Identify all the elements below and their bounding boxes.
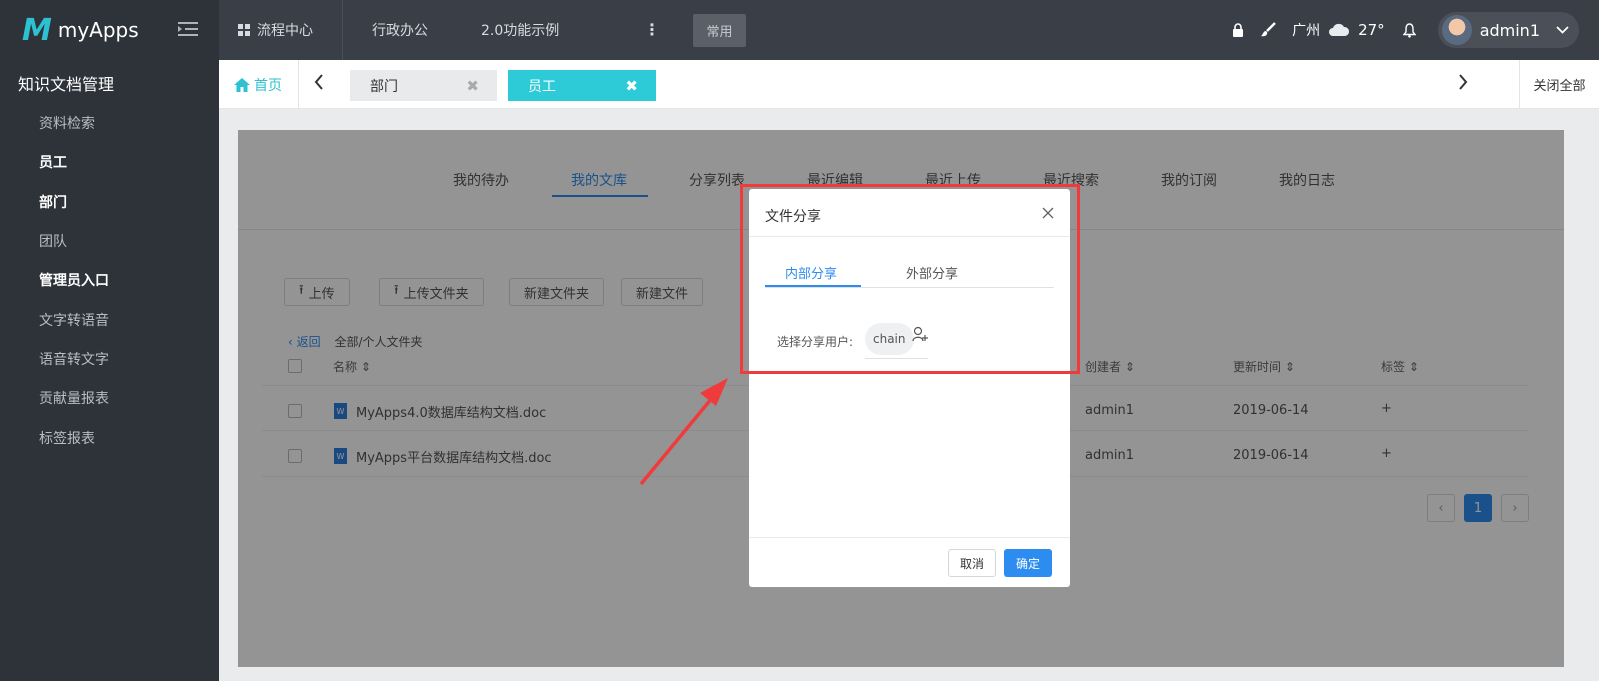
sidebar-item-employee[interactable]: 员工: [39, 152, 67, 172]
tab-home-label: 首页: [254, 77, 282, 94]
nav-item-label: 流程中心: [257, 23, 313, 39]
bell-icon[interactable]: [1402, 22, 1416, 38]
logo-mark: M: [22, 12, 52, 48]
lock-icon[interactable]: [1232, 23, 1244, 37]
sidebar-item-team[interactable]: 团队: [39, 231, 67, 251]
sidebar-item-admin-entry[interactable]: 管理员入口: [39, 270, 109, 290]
sidebar-item-search[interactable]: 资料检索: [39, 113, 95, 133]
sidebar-item-department[interactable]: 部门: [39, 192, 67, 212]
tab-department[interactable]: 部门 ✖: [350, 70, 497, 101]
user-name: admin1: [1479, 20, 1540, 40]
close-all-button[interactable]: 关闭全部: [1519, 60, 1599, 109]
sidebar-item-text-to-speech[interactable]: 文字转语音: [39, 310, 109, 330]
nav-item-label: 行政办公: [372, 23, 428, 39]
close-icon[interactable]: ✖: [466, 77, 479, 95]
brush-icon[interactable]: [1260, 22, 1276, 38]
cloud-icon: [1329, 23, 1350, 36]
chevron-left-icon[interactable]: [314, 74, 324, 90]
more-icon[interactable]: ⋮: [644, 20, 660, 39]
tab-bar: 首页 部门 ✖ 员工 ✖ 关闭全部: [219, 60, 1599, 109]
cancel-button[interactable]: 取消: [948, 549, 996, 577]
chevron-down-icon: [1556, 26, 1569, 34]
logo-text: myApps: [57, 18, 139, 42]
highlight-box: [740, 184, 1080, 374]
sidebar-title: 知识文档管理: [18, 75, 115, 94]
grid-icon: [238, 24, 250, 36]
user-menu[interactable]: admin1: [1437, 12, 1579, 48]
top-right-tools: 广州 27° admin1: [1232, 0, 1599, 60]
nav-item-label: 2.0功能示例: [481, 23, 560, 39]
sidebar-item-tag-report[interactable]: 标签报表: [39, 428, 95, 448]
tab-employee[interactable]: 员工 ✖: [508, 70, 656, 101]
chevron-right-icon[interactable]: [1458, 74, 1468, 90]
close-icon[interactable]: ✖: [625, 77, 638, 95]
menu-fold-icon[interactable]: [178, 21, 198, 37]
tab-home[interactable]: 首页: [219, 60, 299, 109]
tab-label: 员工: [528, 78, 556, 95]
city-label: 广州: [1292, 23, 1321, 39]
top-bar: M myApps 流程中心 行政办公 2.0功能示例 ⋮ 常用 广州 27° a…: [0, 0, 1599, 60]
divider: [749, 537, 1070, 538]
common-button[interactable]: 常用: [693, 14, 746, 47]
nav-item-feature-demo[interactable]: 2.0功能示例: [481, 0, 559, 60]
avatar: [1441, 15, 1472, 45]
confirm-button[interactable]: 确定: [1004, 549, 1052, 577]
logo[interactable]: M myApps: [0, 0, 219, 60]
sidebar-item-speech-to-text[interactable]: 语音转文字: [39, 349, 109, 369]
tab-label: 部门: [370, 78, 398, 95]
divider: [342, 0, 343, 60]
nav-item-process-center[interactable]: 流程中心: [238, 0, 313, 60]
nav-item-admin-office[interactable]: 行政办公: [372, 0, 428, 60]
sidebar: [0, 60, 219, 681]
sidebar-item-contribution-report[interactable]: 贡献量报表: [39, 388, 109, 408]
home-icon: [234, 77, 250, 92]
temperature-label: 27°: [1358, 21, 1385, 39]
